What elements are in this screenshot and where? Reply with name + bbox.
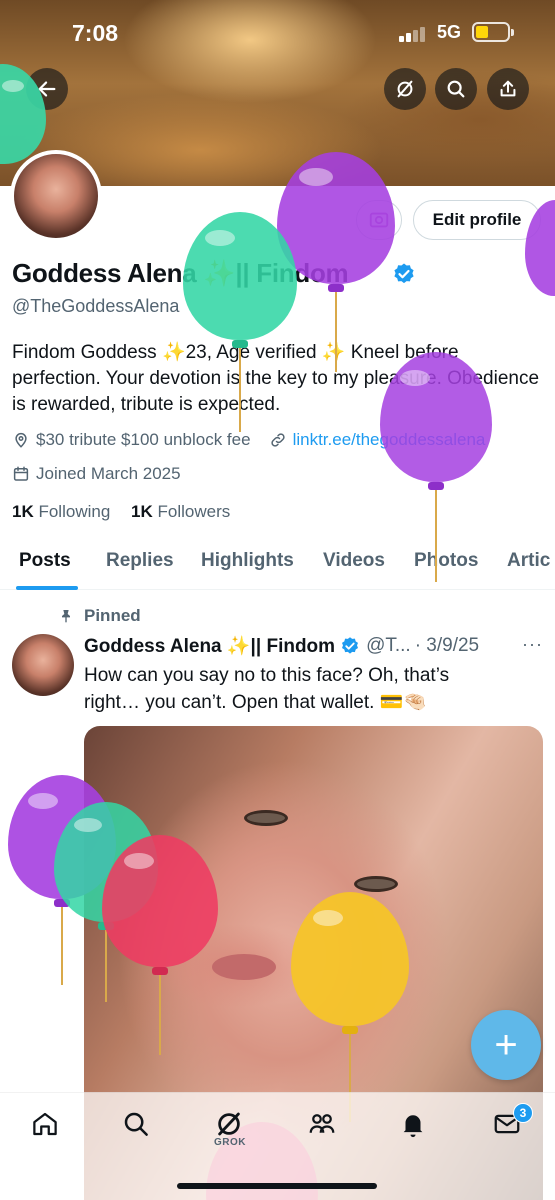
pinned-label: Pinned [84, 606, 141, 625]
post-author-handle[interactable]: @T... [366, 635, 411, 657]
location-pin-icon [15, 432, 27, 448]
tab-highlights[interactable]: Highlights [201, 550, 294, 572]
nav-grok[interactable] [214, 1109, 244, 1139]
search-icon [447, 80, 465, 98]
share-icon [500, 80, 516, 97]
nav-notifications[interactable] [398, 1109, 428, 1139]
nav-communities[interactable] [307, 1109, 337, 1139]
photo-detail [244, 810, 288, 826]
photo-detail [354, 876, 398, 892]
balloon [525, 200, 555, 300]
post-more-button[interactable]: ··· [522, 634, 543, 655]
profile-handle: @TheGoddessAlena [12, 296, 180, 316]
network-type: 5G [437, 22, 462, 42]
photo-detail [212, 954, 276, 980]
grok-button[interactable] [384, 68, 426, 110]
post-text-line: right… you can’t. Open that wallet. 💳🤏🏻 [84, 692, 428, 713]
post-text: How can you say no to this face? Oh, tha… [84, 662, 544, 716]
post-date[interactable]: · 3/9/25 [415, 635, 479, 657]
signal-icon [399, 26, 427, 42]
edit-profile-button[interactable]: Edit profile [413, 200, 541, 240]
post-text-line: How can you say no to this face? Oh, tha… [84, 665, 450, 686]
status-time: 7:08 [72, 20, 119, 46]
followers-label: Followers [157, 502, 231, 521]
post-header: Goddess Alena ✨|| Findom @T... · 3/9/25 [84, 634, 479, 658]
home-icon [33, 1112, 57, 1136]
search-button[interactable] [435, 68, 477, 110]
following-count: 1K [12, 502, 34, 521]
post-author-name[interactable]: Goddess Alena ✨|| Findom [84, 634, 335, 658]
balloon [0, 64, 46, 164]
status-bar: 7:08 5G [0, 0, 555, 62]
plus-icon: + [494, 1023, 518, 1067]
tab-articles[interactable]: Artic [507, 550, 550, 572]
following-link[interactable]: 1K Following [12, 502, 110, 521]
grok-label: GROK [214, 1137, 246, 1148]
messages-badge: 3 [513, 1103, 533, 1123]
nav-search[interactable] [121, 1109, 151, 1139]
balloon [380, 352, 492, 582]
battery-icon [472, 22, 514, 42]
following-label: Following [38, 502, 111, 521]
link-icon [270, 433, 285, 447]
followers-link[interactable]: 1K Followers [131, 502, 230, 521]
grok-icon [218, 1112, 240, 1136]
tab-videos[interactable]: Videos [323, 550, 385, 572]
share-button[interactable] [487, 68, 529, 110]
pinned-indicator: Pinned [58, 606, 141, 626]
followers-count: 1K [131, 502, 153, 521]
tab-posts[interactable]: Posts [19, 550, 71, 572]
post-author-avatar[interactable] [12, 634, 74, 696]
nav-home[interactable] [30, 1109, 60, 1139]
joined-date: Joined March 2025 [36, 464, 181, 483]
verified-badge-icon [394, 263, 414, 284]
notifications-icon [403, 1115, 423, 1138]
joined-row: Joined March 2025 [12, 464, 181, 484]
follow-stats: 1K Following 1K Followers [12, 502, 230, 522]
profile-location: $30 tribute $100 unblock fee [36, 430, 251, 449]
home-indicator[interactable] [177, 1183, 377, 1189]
grok-icon [397, 80, 413, 98]
pin-icon [62, 610, 70, 623]
compose-post-button[interactable]: + [471, 1010, 541, 1080]
balloon [102, 835, 218, 1055]
search-icon [124, 1112, 148, 1136]
balloon [291, 892, 409, 1122]
active-tab-indicator [16, 586, 78, 590]
tab-replies[interactable]: Replies [106, 550, 174, 572]
balloon [183, 212, 297, 432]
verified-badge-icon [342, 637, 359, 654]
communities-icon [309, 1114, 335, 1133]
calendar-icon [13, 466, 29, 481]
